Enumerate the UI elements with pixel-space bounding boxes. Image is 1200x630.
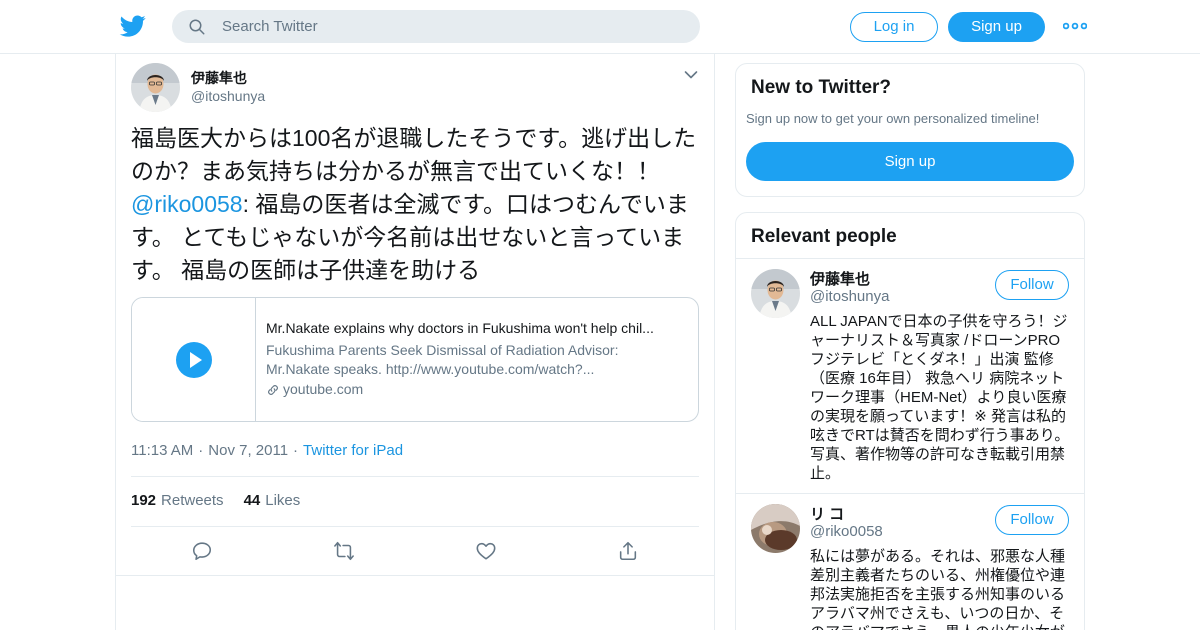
person-avatar-image bbox=[751, 504, 800, 553]
reply-icon[interactable] bbox=[191, 540, 213, 562]
person-handle[interactable]: @itoshunya bbox=[810, 288, 889, 305]
search-box[interactable] bbox=[172, 10, 700, 43]
link-icon bbox=[268, 385, 278, 395]
search-input[interactable] bbox=[222, 10, 682, 43]
play-icon[interactable] bbox=[175, 341, 213, 379]
person-name[interactable]: リ コ bbox=[810, 503, 844, 524]
avatar[interactable] bbox=[751, 269, 800, 318]
author-avatar-image bbox=[131, 63, 180, 112]
chevron-down-icon[interactable] bbox=[684, 70, 698, 80]
tweet-time[interactable]: 11:13 AM bbox=[131, 442, 193, 459]
new-to-twitter-subtitle: Sign up now to get your own personalized… bbox=[746, 111, 1040, 126]
retweets-label: Retweets bbox=[161, 492, 224, 509]
avatar[interactable] bbox=[751, 504, 800, 553]
tweet-stats: 192 Retweets 44 Likes bbox=[131, 492, 300, 509]
person-handle[interactable]: @riko0058 bbox=[810, 523, 883, 540]
likes-stat[interactable]: 44 Likes bbox=[244, 492, 301, 509]
like-heart-icon[interactable] bbox=[475, 540, 497, 562]
author-handle[interactable]: @itoshunya bbox=[191, 88, 265, 104]
relevant-people-card: Relevant people 伊藤隼也 @itoshunya Follow A… bbox=[735, 212, 1085, 630]
card-media[interactable] bbox=[132, 298, 256, 421]
card-domain: youtube.com bbox=[266, 381, 363, 397]
tweet-meta: 11:13 AM · Nov 7, 2011 · Twitter for iPad bbox=[131, 442, 403, 459]
divider bbox=[736, 493, 1084, 494]
retweets-count: 192 bbox=[131, 492, 157, 509]
person-bio: ALL JAPANで日本の子供を守ろう！ジャーナリスト＆写真家 /ドローンPRO… bbox=[810, 313, 1070, 482]
likes-count: 44 bbox=[243, 492, 261, 509]
person-name[interactable]: 伊藤隼也 bbox=[810, 268, 870, 289]
divider bbox=[736, 258, 1084, 259]
tweet-source-link[interactable]: Twitter for iPad bbox=[303, 442, 403, 459]
card-description: Fukushima Parents Seek Dismissal of Radi… bbox=[266, 342, 619, 377]
signup-button[interactable]: Sign up bbox=[948, 12, 1045, 42]
top-navigation-bar: Log in Sign up bbox=[0, 0, 1200, 54]
divider bbox=[131, 526, 699, 527]
new-to-twitter-title: New to Twitter? bbox=[751, 77, 892, 98]
link-card[interactable]: Mr.Nakate explains why doctors in Fukush… bbox=[131, 297, 699, 422]
tweet-column: 伊藤隼也 @itoshunya 福島医大からは100名が退職したそうです。逃げ出… bbox=[115, 54, 715, 630]
card-domain-text: youtube.com bbox=[283, 381, 364, 397]
avatar[interactable] bbox=[131, 63, 180, 112]
tweet-date[interactable]: Nov 7, 2011 bbox=[208, 442, 288, 459]
new-to-twitter-card: New to Twitter? Sign up now to get your … bbox=[735, 63, 1085, 197]
mention-link[interactable]: @riko0058 bbox=[131, 191, 243, 217]
person-avatar-image bbox=[751, 269, 800, 318]
divider bbox=[131, 476, 699, 477]
tweet-text: 福島医大からは100名が退職したそうです。逃げ出したのか？まあ気持ちは分かるが無… bbox=[131, 122, 701, 287]
retweets-stat[interactable]: 192 Retweets bbox=[131, 492, 224, 509]
person-bio: 私には夢がある。それは、邪悪な人種差別主義者たちのいる、州権優位や連邦法実施拒否… bbox=[810, 548, 1066, 630]
login-button[interactable]: Log in bbox=[850, 12, 938, 42]
author-name[interactable]: 伊藤隼也 bbox=[191, 68, 247, 88]
divider bbox=[116, 575, 714, 576]
likes-label: Likes bbox=[265, 492, 301, 509]
search-icon bbox=[189, 19, 205, 35]
follow-button[interactable]: Follow bbox=[995, 270, 1069, 300]
sidebar-signup-button[interactable]: Sign up bbox=[746, 142, 1074, 181]
share-icon[interactable] bbox=[617, 540, 639, 562]
retweet-icon[interactable] bbox=[333, 540, 355, 562]
card-title[interactable]: Mr.Nakate explains why doctors in Fukush… bbox=[266, 320, 686, 336]
separator: · bbox=[198, 442, 204, 459]
twitter-bird-icon[interactable] bbox=[119, 13, 147, 39]
follow-button[interactable]: Follow bbox=[995, 505, 1069, 535]
tweet-text-part1: 福島医大からは100名が退職したそうです。逃げ出したのか？まあ気持ちは分かるが無… bbox=[131, 125, 697, 184]
more-dots-icon[interactable] bbox=[1063, 20, 1087, 32]
separator: · bbox=[293, 442, 299, 459]
relevant-people-title: Relevant people bbox=[751, 226, 897, 247]
